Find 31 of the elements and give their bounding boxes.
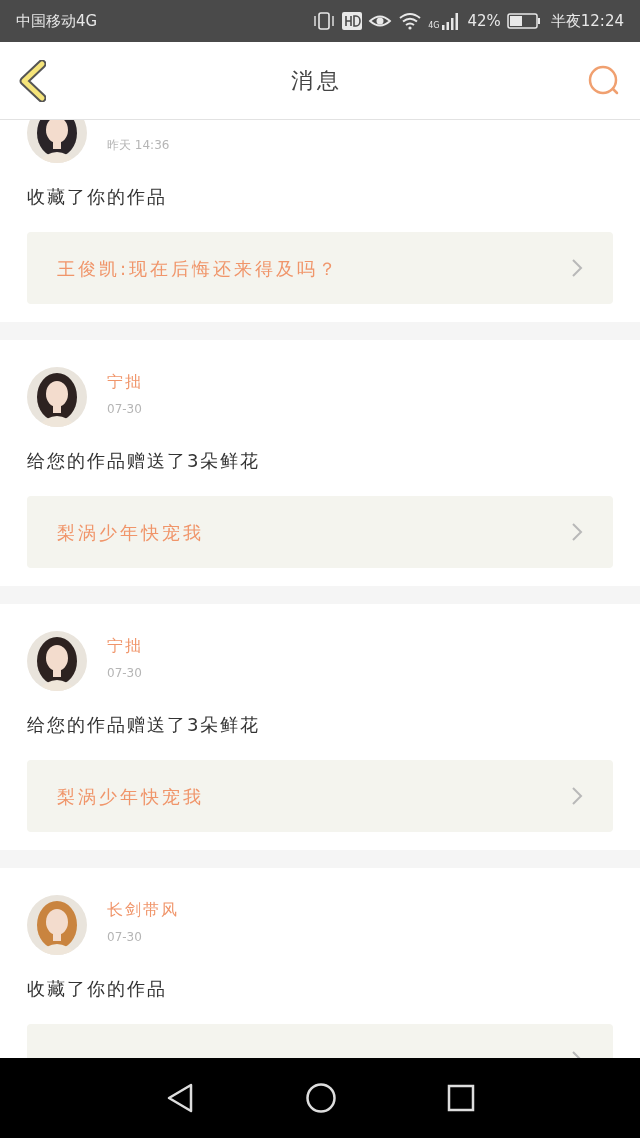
user-name[interactable]: 长剑带风 (107, 898, 179, 922)
chevron-right-icon (571, 522, 583, 542)
timestamp: 07-30 (107, 401, 143, 418)
chevron-right-icon (571, 258, 583, 278)
message-text: 收藏了你的作品 (27, 185, 168, 209)
hd-icon (342, 12, 363, 30)
back-triangle-icon[interactable] (165, 1082, 195, 1114)
home-circle-icon[interactable] (305, 1082, 337, 1114)
clock: 半夜12:24 (550, 10, 624, 32)
recents-square-icon[interactable] (447, 1084, 475, 1112)
chevron-right-icon (571, 786, 583, 806)
message-text: 给您的作品赠送了3朵鲜花 (27, 713, 262, 737)
message-text: 收藏了你的作品 (27, 977, 168, 1001)
carrier-label: 中国移动4G (16, 10, 98, 32)
vibrate-icon (312, 11, 337, 31)
work-card[interactable]: 梨涡少年快宠我 (27, 760, 613, 832)
message-text: 给您的作品赠送了3朵鲜花 (27, 449, 262, 473)
back-button[interactable] (18, 58, 48, 103)
timestamp: 07-30 (107, 929, 143, 946)
timestamp: 昨天 14:36 (107, 137, 170, 154)
work-card[interactable]: 王俊凯:现在后悔还来得及吗？ (27, 232, 613, 304)
page-title: 消息 (291, 67, 343, 95)
user-name[interactable]: 宁拙 (107, 370, 143, 394)
user-name[interactable]: 宁拙 (107, 634, 143, 658)
battery-percent: 42% (467, 10, 501, 32)
battery-icon (506, 13, 541, 29)
work-card[interactable]: 梨涡少年快宠我 (27, 496, 613, 568)
network-label: 4G (428, 19, 440, 32)
back-icon (18, 59, 46, 102)
wifi-icon (398, 12, 423, 30)
timestamp: 07-30 (107, 665, 143, 682)
